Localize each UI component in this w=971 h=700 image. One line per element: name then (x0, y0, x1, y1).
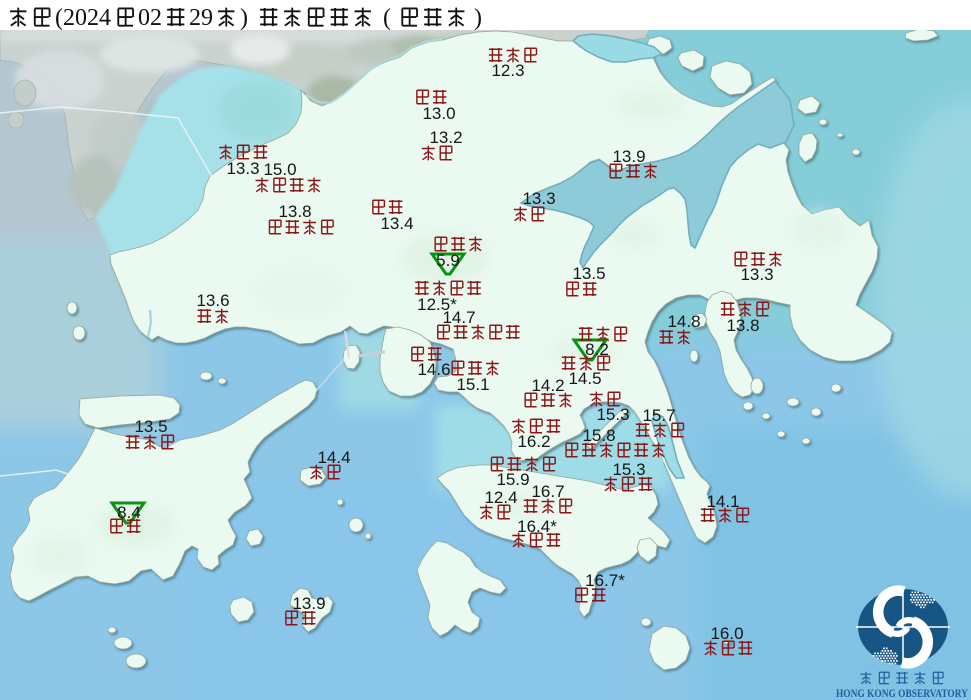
svg-text:14.1: 14.1 (706, 492, 739, 511)
svg-text:16.4*: 16.4* (517, 517, 557, 536)
svg-text:13.9: 13.9 (292, 594, 325, 613)
svg-text:14.6: 14.6 (417, 360, 450, 379)
svg-text:12.4: 12.4 (484, 488, 517, 507)
svg-text:15.9: 15.9 (496, 470, 529, 489)
svg-text:(2024: (2024 (55, 5, 111, 31)
svg-text:16.0: 16.0 (710, 624, 743, 643)
svg-text:29: 29 (189, 5, 213, 31)
svg-text:14.7: 14.7 (442, 308, 475, 327)
svg-text:14.4: 14.4 (317, 448, 350, 467)
svg-text:13.5: 13.5 (134, 417, 167, 436)
svg-text:13.0: 13.0 (422, 104, 455, 123)
svg-text:14.8: 14.8 (667, 312, 700, 331)
svg-text:15.3: 15.3 (596, 405, 629, 424)
svg-text:13.9: 13.9 (612, 147, 645, 166)
svg-text:13.8: 13.8 (726, 316, 759, 335)
svg-text:): ) (474, 5, 482, 31)
svg-text:16.7: 16.7 (531, 482, 564, 501)
svg-text:15.0: 15.0 (263, 160, 296, 179)
svg-text:5.9: 5.9 (436, 251, 460, 270)
svg-text:(: ( (383, 5, 391, 31)
svg-text:13.8: 13.8 (278, 202, 311, 221)
svg-text:15.1: 15.1 (456, 375, 489, 394)
svg-text:HONG KONG OBSERVATORY: HONG KONG OBSERVATORY (836, 686, 968, 700)
svg-text:13.4: 13.4 (380, 214, 413, 233)
svg-text:8.4: 8.4 (117, 503, 141, 522)
svg-text:15.3: 15.3 (612, 460, 645, 479)
svg-text:14.2: 14.2 (531, 376, 564, 395)
svg-text:15.8: 15.8 (582, 426, 615, 445)
svg-text:13.3: 13.3 (740, 265, 773, 284)
svg-text:14.5: 14.5 (568, 369, 601, 388)
svg-text:13.3: 13.3 (226, 159, 259, 178)
svg-text:16.7*: 16.7* (585, 571, 625, 590)
svg-text:13.3: 13.3 (522, 189, 555, 208)
svg-text:13.2: 13.2 (429, 128, 462, 147)
svg-text:13.5: 13.5 (572, 264, 605, 283)
svg-text:): ) (240, 5, 248, 31)
svg-text:13.6: 13.6 (196, 291, 229, 310)
svg-text:12.3: 12.3 (491, 61, 524, 80)
svg-text:15.7: 15.7 (642, 406, 675, 425)
svg-text:16.2: 16.2 (517, 432, 550, 451)
svg-text:02: 02 (138, 5, 162, 31)
